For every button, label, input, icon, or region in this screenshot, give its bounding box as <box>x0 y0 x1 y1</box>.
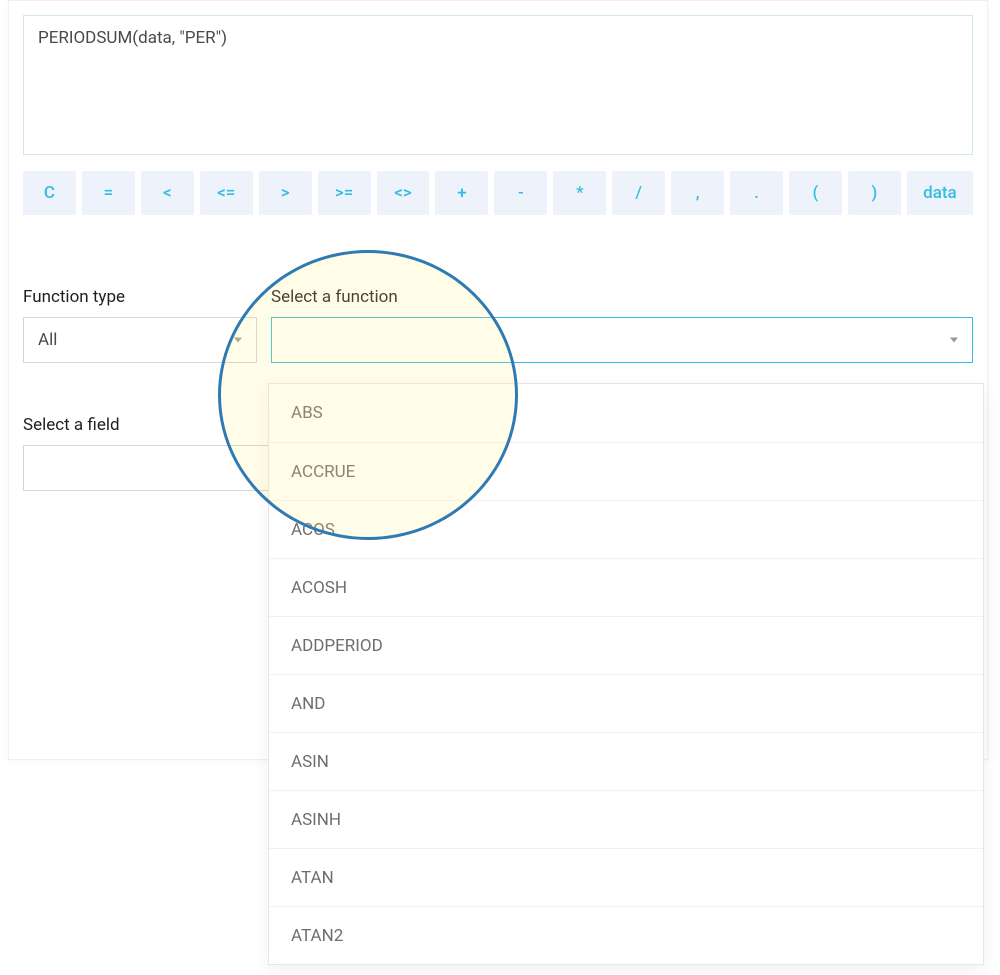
function-option-addperiod[interactable]: ADDPERIOD <box>269 616 983 674</box>
operator-button-data[interactable]: data <box>907 171 973 215</box>
operator-button-sym[interactable]: / <box>612 171 665 215</box>
function-type-label: Function type <box>23 287 257 307</box>
select-function-label: Select a function <box>271 287 973 307</box>
operator-button-symsym[interactable]: <> <box>377 171 430 215</box>
chevron-down-icon <box>950 338 958 343</box>
operator-button-sym[interactable]: ) <box>848 171 901 215</box>
operator-button-sym[interactable]: . <box>730 171 783 215</box>
operator-button-sym[interactable]: , <box>671 171 724 215</box>
select-function-column: Select a function <box>271 287 973 363</box>
function-option-asinh[interactable]: ASINH <box>269 790 983 848</box>
function-dropdown[interactable]: ABSACCRUEACOSACOSHADDPERIODANDASINASINHA… <box>268 383 984 965</box>
operator-button-sym[interactable]: < <box>141 171 194 215</box>
operator-toolbar: C=<<=>>=<>+-*/,.()data <box>23 171 973 215</box>
operator-button-sym[interactable]: * <box>553 171 606 215</box>
function-option-acos[interactable]: ACOS <box>269 500 983 558</box>
function-selector-row: Function type All Select a function <box>23 287 973 363</box>
operator-button-symsym[interactable]: >= <box>318 171 371 215</box>
operator-button-sym[interactable]: = <box>82 171 135 215</box>
function-option-atan[interactable]: ATAN <box>269 848 983 906</box>
function-type-column: Function type All <box>23 287 257 363</box>
select-function-select[interactable] <box>271 317 973 363</box>
formula-input[interactable]: PERIODSUM(data, "PER") <box>23 15 973 155</box>
operator-button-sym[interactable]: - <box>494 171 547 215</box>
operator-button-sym[interactable]: + <box>435 171 488 215</box>
chevron-down-icon <box>234 338 242 343</box>
function-option-acosh[interactable]: ACOSH <box>269 558 983 616</box>
operator-button-symsym[interactable]: <= <box>200 171 253 215</box>
operator-button-sym[interactable]: > <box>259 171 312 215</box>
function-type-value: All <box>38 330 57 350</box>
function-option-and[interactable]: AND <box>269 674 983 732</box>
function-option-atan2[interactable]: ATAN2 <box>269 906 983 964</box>
operator-button-sym[interactable]: ( <box>789 171 842 215</box>
function-option-abs[interactable]: ABS <box>269 384 983 442</box>
function-type-select[interactable]: All <box>23 317 257 363</box>
operator-button-C[interactable]: C <box>23 171 76 215</box>
function-option-accrue[interactable]: ACCRUE <box>269 442 983 500</box>
function-option-asin[interactable]: ASIN <box>269 732 983 790</box>
